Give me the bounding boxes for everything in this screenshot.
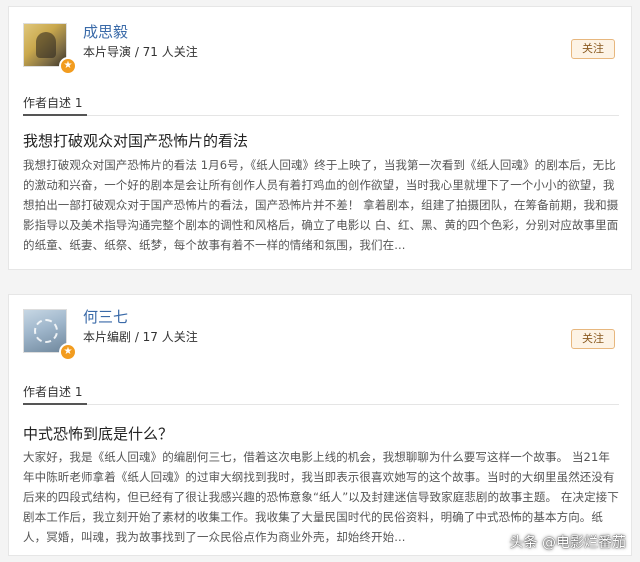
- section-tab-underline: [23, 114, 87, 116]
- follow-button[interactable]: 关注: [571, 329, 615, 349]
- article-title[interactable]: 中式恐怖到底是什么？: [23, 423, 173, 444]
- verified-star-icon: ★: [59, 57, 77, 75]
- avatar-figure: [34, 319, 58, 343]
- section-tab[interactable]: 作者自述 1: [23, 383, 82, 400]
- author-name[interactable]: 何三七: [83, 306, 128, 327]
- author-role: 本片导演 / 71 人关注: [83, 45, 198, 59]
- follow-button[interactable]: 关注: [571, 39, 615, 59]
- author-name[interactable]: 成思毅: [83, 21, 128, 42]
- review-card: ★ 成思毅 本片导演 / 71 人关注 关注 作者自述 1 我想打破观众对国产恐…: [8, 6, 632, 270]
- divider: [23, 404, 619, 405]
- article-title[interactable]: 我想打破观众对国产恐怖片的看法: [23, 130, 248, 151]
- section-tab[interactable]: 作者自述 1: [23, 94, 82, 111]
- section-tab-underline: [23, 403, 87, 405]
- author-role: 本片编剧 / 17 人关注: [83, 330, 198, 344]
- review-card: ★ 何三七 本片编剧 / 17 人关注 关注 作者自述 1 中式恐怖到底是什么？…: [8, 294, 632, 556]
- verified-star-icon: ★: [59, 343, 77, 361]
- avatar-figure: [36, 32, 56, 58]
- watermark: 头条 @电影烂番茄: [509, 535, 626, 551]
- article-excerpt[interactable]: 我想打破观众对国产恐怖片的看法 1月6号，《纸人回魂》终于上映了，当我第一次看到…: [23, 155, 621, 255]
- divider: [23, 115, 619, 116]
